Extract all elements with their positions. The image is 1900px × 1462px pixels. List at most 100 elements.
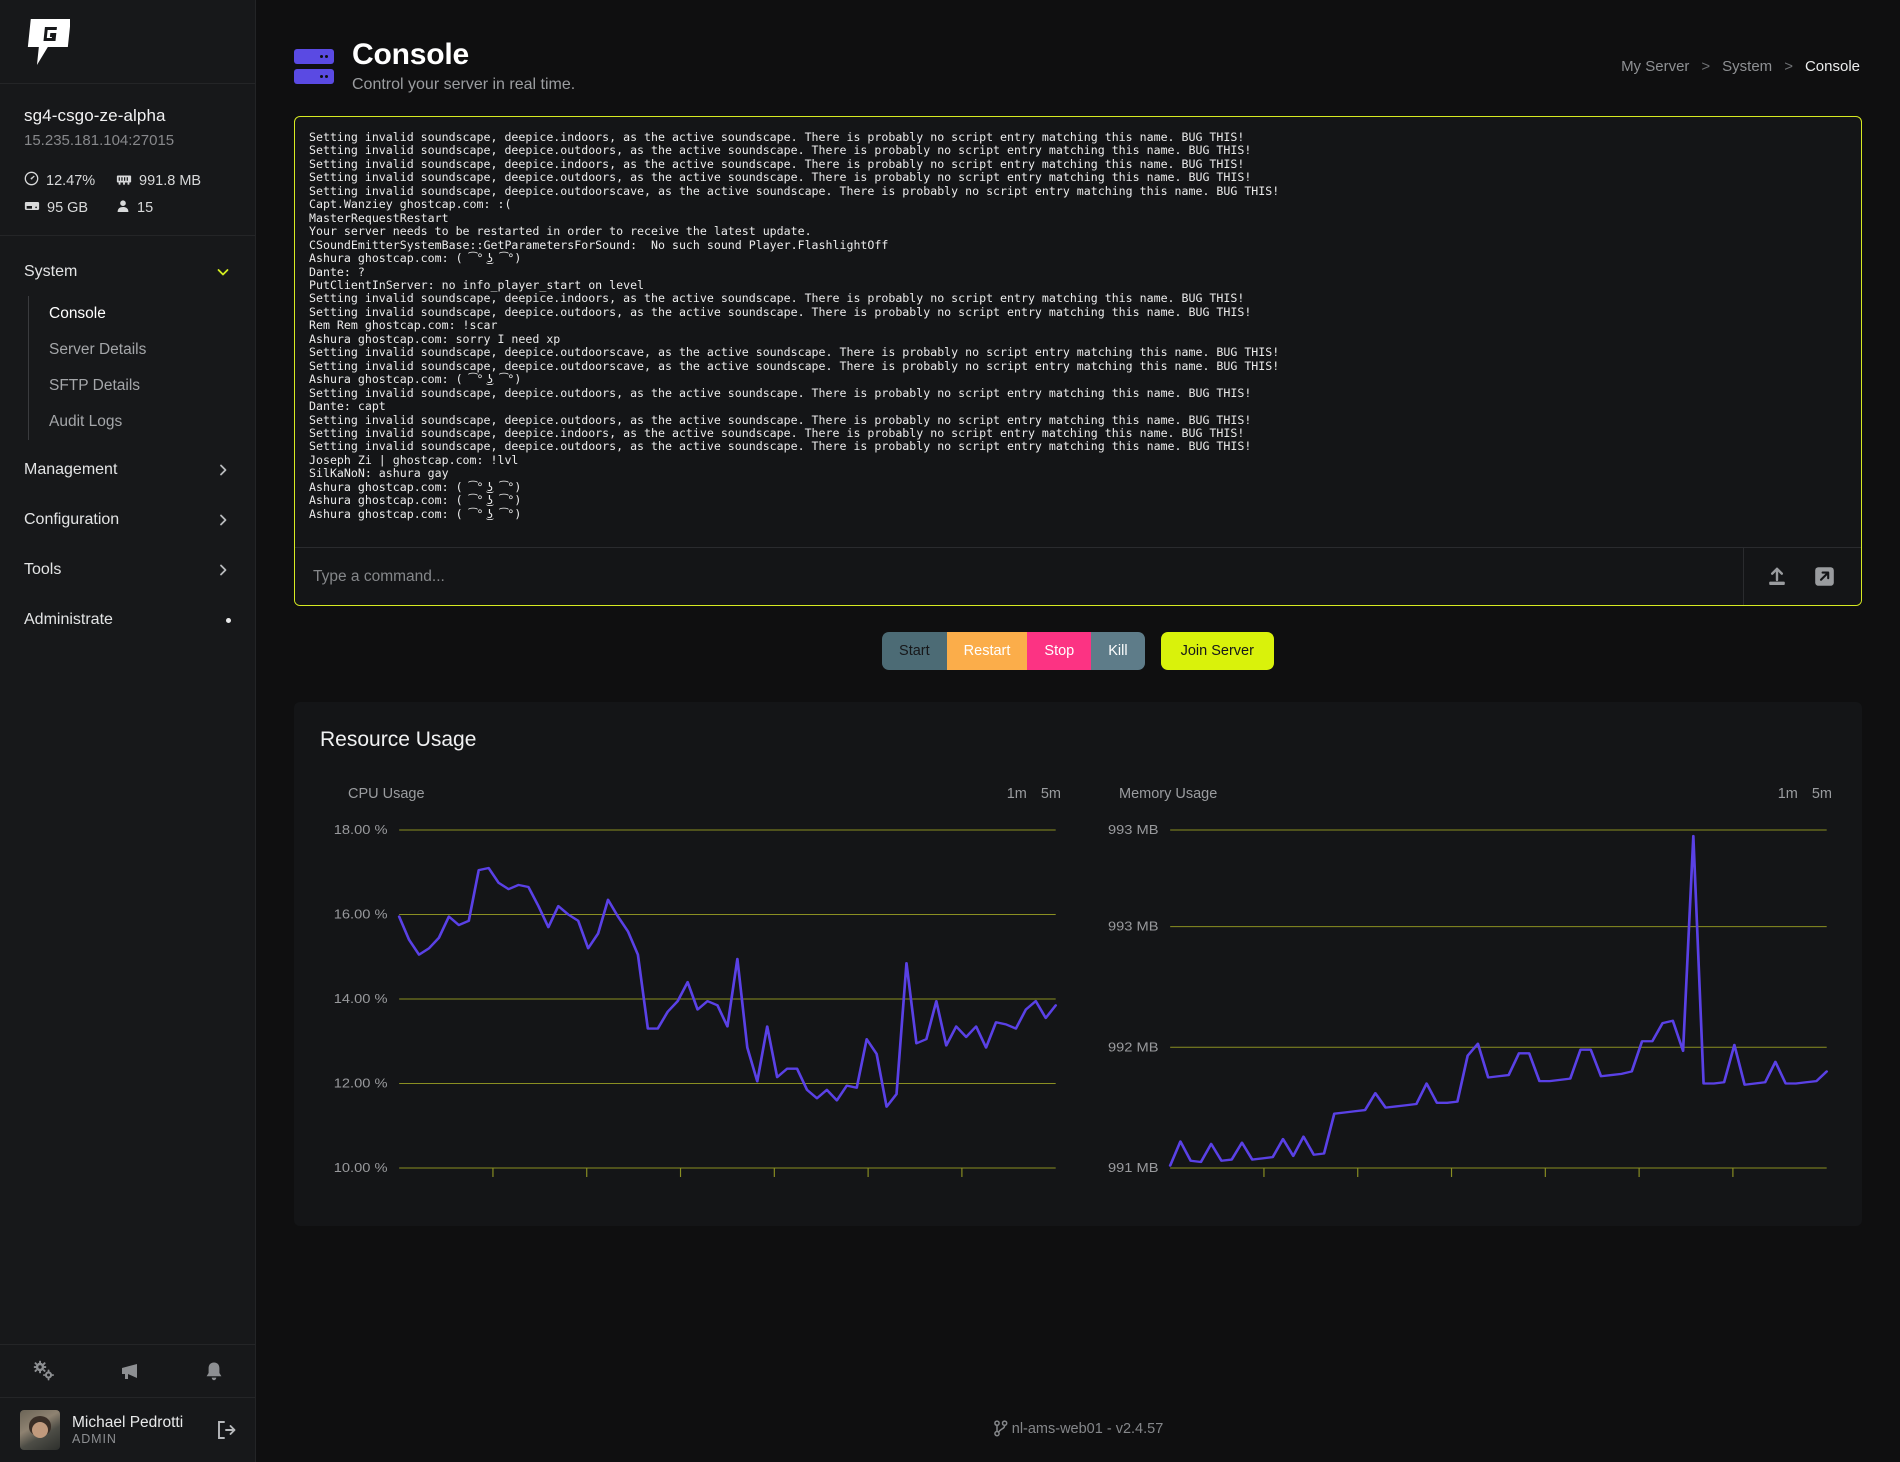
sidebar-item-console[interactable]: Console xyxy=(29,296,255,332)
memory-chart-label: Memory Usage xyxy=(1119,786,1217,802)
power-actions: Start Restart Stop Kill Join Server xyxy=(256,632,1900,670)
power-button-group: Start Restart Stop Kill xyxy=(882,632,1145,670)
cpu-chart-header: CPU Usage 1m 5m xyxy=(320,786,1065,802)
charts-row: CPU Usage 1m 5m 18.00 %16.00 %14.00 %12.… xyxy=(320,786,1836,1190)
console-input-row xyxy=(295,547,1861,605)
page-title: Console xyxy=(352,38,1621,72)
sidebar: sg4-csgo-ze-alpha 15.235.181.104:27015 1… xyxy=(0,0,256,1462)
server-summary: sg4-csgo-ze-alpha 15.235.181.104:27015 1… xyxy=(0,84,255,236)
stat-players: 15 xyxy=(116,199,231,217)
disk-drive-icon xyxy=(24,200,40,216)
sidebar-item-audit-logs[interactable]: Audit Logs xyxy=(29,404,255,440)
memory-ram-icon xyxy=(116,172,132,190)
sidebar-tools xyxy=(0,1344,255,1398)
stat-disk-value: 95 GB xyxy=(47,200,88,216)
memory-range-selector: 1m 5m xyxy=(1778,786,1832,802)
server-stats: 12.47% 991.8 MB 95 GB xyxy=(24,171,231,217)
sidebar-subnav-system: Console Server Details SFTP Details Audi… xyxy=(28,296,255,440)
start-button[interactable]: Start xyxy=(882,632,947,670)
svg-text:16.00 %: 16.00 % xyxy=(334,907,388,921)
svg-text:12.00 %: 12.00 % xyxy=(334,1076,388,1090)
cpu-range-5m[interactable]: 5m xyxy=(1041,786,1061,802)
svg-text:10.00 %: 10.00 % xyxy=(334,1161,388,1175)
memory-chart-header: Memory Usage 1m 5m xyxy=(1091,786,1836,802)
chevron-right-icon xyxy=(215,512,231,528)
server-name: sg4-csgo-ze-alpha xyxy=(24,106,231,126)
resource-usage-card: Resource Usage CPU Usage 1m 5m 18.00 %16… xyxy=(294,702,1862,1226)
server-address: 15.235.181.104:27015 xyxy=(24,132,231,149)
gears-icon[interactable] xyxy=(32,1360,56,1382)
main-content: Console Control your server in real time… xyxy=(256,0,1900,1462)
cpu-chart-plot: 18.00 %16.00 %14.00 %12.00 %10.00 % xyxy=(320,820,1065,1190)
sidebar-item-server-details[interactable]: Server Details xyxy=(29,332,255,368)
svg-text:993 MB: 993 MB xyxy=(1108,823,1159,837)
stat-cpu-value: 12.47% xyxy=(46,173,95,189)
cpu-gauge-icon xyxy=(24,171,39,190)
cpu-range-1m[interactable]: 1m xyxy=(1007,786,1027,802)
upload-icon[interactable] xyxy=(1766,566,1788,588)
expand-icon[interactable] xyxy=(1814,566,1835,587)
user-profile[interactable]: Michael Pedrotti ADMIN xyxy=(0,1398,255,1462)
breadcrumb-item-console[interactable]: Console xyxy=(1805,58,1860,75)
bell-icon[interactable] xyxy=(204,1361,224,1382)
memory-range-5m[interactable]: 5m xyxy=(1812,786,1832,802)
memory-chart-plot: 993 MB993 MB992 MB991 MB xyxy=(1091,820,1836,1190)
stat-players-value: 15 xyxy=(137,200,153,216)
user-role: ADMIN xyxy=(72,1432,203,1448)
sidebar-group-configuration-label: Configuration xyxy=(24,511,119,529)
git-branch-icon xyxy=(993,1422,1012,1438)
breadcrumb: My Server > System > Console xyxy=(1621,58,1860,75)
memory-usage-chart: Memory Usage 1m 5m 993 MB993 MB992 MB991… xyxy=(1091,786,1836,1190)
stat-cpu: 12.47% xyxy=(24,171,116,190)
svg-text:14.00 %: 14.00 % xyxy=(334,992,388,1006)
svg-text:993 MB: 993 MB xyxy=(1108,920,1159,934)
breadcrumb-separator: > xyxy=(1701,58,1710,75)
console-action-icons xyxy=(1743,548,1861,605)
sidebar-group-management[interactable]: Management xyxy=(0,450,255,490)
console-log-output[interactable]: Setting invalid soundscape, deepice.indo… xyxy=(295,117,1861,547)
stat-memory-value: 991.8 MB xyxy=(139,173,201,189)
page-subtitle: Control your server in real time. xyxy=(352,76,1621,94)
stat-memory: 991.8 MB xyxy=(116,171,231,190)
logo-area xyxy=(0,0,255,84)
kill-button[interactable]: Kill xyxy=(1091,632,1144,670)
game-panel-logo-icon[interactable] xyxy=(24,17,70,67)
megaphone-icon[interactable] xyxy=(119,1361,141,1381)
footer: nl-ams-web01 - v2.4.57 xyxy=(256,1420,1900,1438)
svg-text:991 MB: 991 MB xyxy=(1108,1161,1159,1175)
page-header-text: Console Control your server in real time… xyxy=(352,38,1621,94)
chevron-right-icon xyxy=(215,562,231,578)
user-meta: Michael Pedrotti ADMIN xyxy=(72,1413,203,1448)
dot-indicator-icon xyxy=(226,618,231,623)
stat-disk: 95 GB xyxy=(24,199,116,217)
server-rack-icon xyxy=(294,46,334,86)
page-header: Console Control your server in real time… xyxy=(256,0,1900,108)
sidebar-group-administrate[interactable]: Administrate xyxy=(0,600,255,640)
memory-range-1m[interactable]: 1m xyxy=(1778,786,1798,802)
sidebar-item-sftp-details[interactable]: SFTP Details xyxy=(29,368,255,404)
cpu-chart-label: CPU Usage xyxy=(348,786,425,802)
sidebar-group-system[interactable]: System xyxy=(0,252,255,292)
restart-button[interactable]: Restart xyxy=(947,632,1028,670)
user-name: Michael Pedrotti xyxy=(72,1413,203,1432)
join-server-button[interactable]: Join Server xyxy=(1161,632,1274,670)
resource-usage-title: Resource Usage xyxy=(320,728,1836,752)
footer-text: nl-ams-web01 - v2.4.57 xyxy=(1012,1421,1164,1437)
chevron-down-icon xyxy=(215,264,231,280)
chevron-right-icon xyxy=(215,462,231,478)
command-input[interactable] xyxy=(295,568,1743,586)
sidebar-group-administrate-label: Administrate xyxy=(24,611,113,629)
sidebar-group-management-label: Management xyxy=(24,461,117,479)
sidebar-group-configuration[interactable]: Configuration xyxy=(0,500,255,540)
sidebar-group-tools[interactable]: Tools xyxy=(0,550,255,590)
cpu-usage-chart: CPU Usage 1m 5m 18.00 %16.00 %14.00 %12.… xyxy=(320,786,1065,1190)
breadcrumb-item-my-server[interactable]: My Server xyxy=(1621,58,1689,75)
breadcrumb-item-system[interactable]: System xyxy=(1722,58,1772,75)
sidebar-nav: System Console Server Details SFTP Detai… xyxy=(0,236,255,1344)
stop-button[interactable]: Stop xyxy=(1027,632,1091,670)
logout-icon[interactable] xyxy=(215,1420,237,1440)
players-icon xyxy=(116,199,130,217)
sidebar-group-system-label: System xyxy=(24,263,77,281)
avatar xyxy=(20,1410,60,1450)
cpu-range-selector: 1m 5m xyxy=(1007,786,1061,802)
